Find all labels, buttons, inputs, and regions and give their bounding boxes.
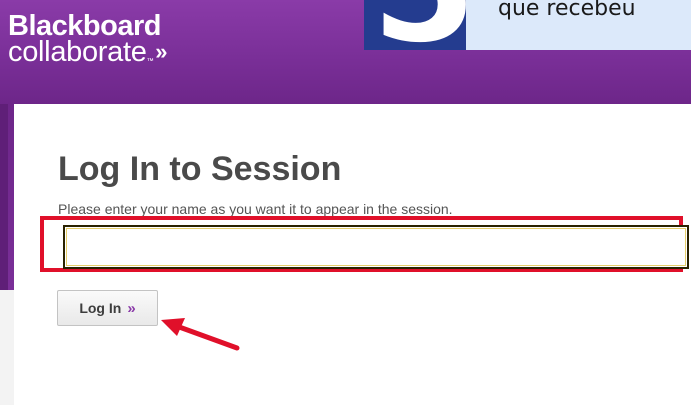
blackboard-collaborate-logo: Blackboard collaborate™» bbox=[8, 12, 168, 68]
name-input[interactable] bbox=[63, 225, 689, 269]
logo-chevron-icon: » bbox=[155, 39, 168, 64]
page-background bbox=[0, 290, 14, 405]
step-number: 5 bbox=[372, 0, 470, 50]
login-button[interactable]: Log In » bbox=[57, 290, 158, 326]
logo-word-collaborate: collaborate™» bbox=[8, 36, 168, 68]
page-title: Log In to Session bbox=[58, 150, 342, 188]
step-number-badge: 5 bbox=[364, 0, 470, 50]
callout-text: que recebeu bbox=[498, 0, 636, 21]
login-button-label: Log In bbox=[79, 300, 122, 316]
instruction-callout: que recebeu bbox=[466, 0, 691, 50]
name-instruction: Please enter your name as you want it to… bbox=[58, 201, 453, 217]
logo-trademark: ™ bbox=[146, 58, 154, 65]
red-pointer-arrow-icon bbox=[161, 318, 240, 351]
left-purple-strip bbox=[0, 104, 14, 290]
login-panel: Log In to Session Please enter your name… bbox=[14, 104, 691, 405]
double-chevron-right-icon: » bbox=[127, 299, 136, 317]
logo-word-collaborate-text: collaborate bbox=[8, 36, 147, 68]
left-strip-shadow bbox=[0, 104, 8, 290]
